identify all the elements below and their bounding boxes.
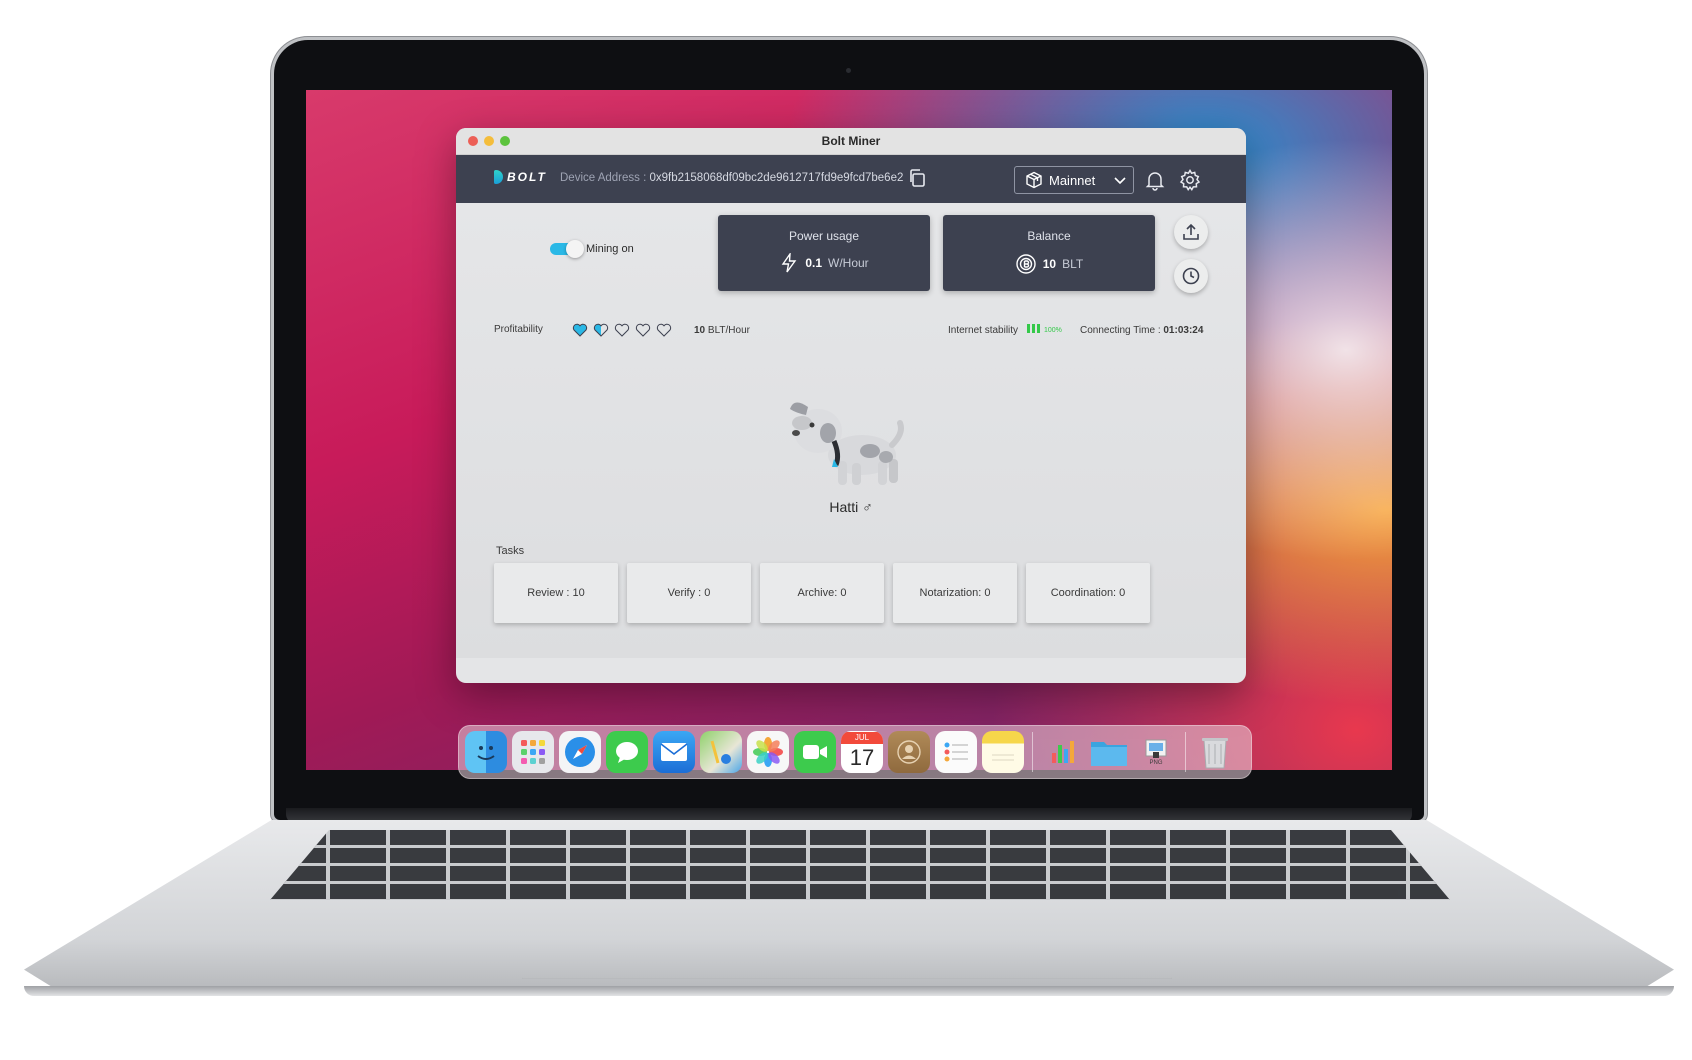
balance-value: 10 [1042, 257, 1057, 271]
bolt-miner-window: Bolt Miner BOLT Device Address : 0x9fb21… [456, 128, 1246, 683]
launchpad-icon[interactable] [512, 731, 554, 773]
folder-icon[interactable] [1088, 731, 1130, 773]
internet-stability-value: 100% [1044, 327, 1062, 334]
facetime-icon[interactable] [794, 731, 836, 773]
task-review[interactable]: Review : 10 [494, 563, 618, 623]
connecting-time-value: 01:03:24 [1163, 325, 1204, 336]
calendar-month: JUL [841, 732, 883, 744]
dock: JUL 17 PNG [458, 725, 1252, 779]
notes-icon[interactable] [982, 731, 1024, 773]
clock-icon [1182, 267, 1200, 285]
tasks-label: Tasks [496, 545, 525, 557]
task-coordination[interactable]: Coordination: 0 [1026, 563, 1150, 623]
logo-text: BOLT [507, 170, 547, 184]
camera [846, 68, 851, 73]
dock-separator [1032, 732, 1033, 772]
mining-toggle-label: Mining on [586, 243, 634, 255]
mining-toggle-group: Mining on [550, 240, 634, 258]
power-usage-card: Power usage 0.1 W/Hour [718, 215, 930, 291]
profitability-rate: 10 BLT/Hour [694, 325, 750, 336]
keyboard-rows [270, 830, 1450, 900]
safari-icon[interactable] [559, 731, 601, 773]
photos-icon[interactable] [747, 731, 789, 773]
profitability-label: Profitability [494, 324, 543, 335]
preview-icon[interactable]: PNG [1135, 731, 1177, 773]
trackpad [522, 902, 1172, 979]
dock-separator [1185, 732, 1186, 772]
upload-icon [1183, 223, 1199, 240]
task-notarization[interactable]: Notarization: 0 [893, 563, 1017, 623]
chevron-down-icon [1114, 177, 1126, 185]
trash-icon[interactable] [1194, 731, 1236, 773]
heart-empty-icon [614, 323, 630, 337]
internet-stability-label: Internet stability [948, 325, 1019, 336]
bolt-logo: BOLT [494, 170, 547, 184]
messages-icon[interactable] [606, 731, 648, 773]
balance-title: Balance [1027, 229, 1071, 243]
dog-pet-image [790, 402, 904, 485]
heart-full-icon [572, 323, 588, 337]
cube-icon [1026, 171, 1042, 189]
window-titlebar: Bolt Miner [456, 128, 1246, 155]
connecting-time-label: Connecting Time : [1080, 325, 1164, 336]
rate-unit: BLT/Hour [707, 325, 750, 336]
connecting-time: Connecting Time : 01:03:24 [1080, 325, 1203, 336]
balance-card: Balance 10 BLT [943, 215, 1155, 291]
preview-label: PNG [1149, 760, 1163, 766]
network-select[interactable]: Mainnet [1014, 166, 1134, 194]
reminders-icon[interactable] [935, 731, 977, 773]
mining-toggle[interactable] [550, 240, 584, 258]
bell-icon[interactable] [1144, 169, 1166, 191]
mail-icon[interactable] [653, 731, 695, 773]
app-header: BOLT Device Address : 0x9fb2158068df09bc… [456, 155, 1246, 203]
power-usage-value: 0.1 [805, 256, 822, 270]
calendar-icon[interactable]: JUL 17 [841, 731, 883, 773]
heart-empty-icon [656, 323, 672, 337]
device-address-label: Device Address : [560, 172, 650, 184]
copy-icon[interactable] [907, 168, 927, 188]
rate-value: 10 [694, 325, 706, 336]
finder-icon[interactable] [465, 731, 507, 773]
bolt-logo-icon [494, 170, 503, 184]
export-button[interactable] [1174, 215, 1208, 249]
gear-icon[interactable] [1178, 168, 1202, 192]
laptop-base-edge [24, 986, 1674, 996]
contacts-icon[interactable] [888, 731, 930, 773]
task-archive[interactable]: Archive: 0 [760, 563, 884, 623]
window-title: Bolt Miner [821, 134, 881, 148]
history-button[interactable] [1174, 259, 1208, 293]
heart-half-icon [593, 323, 609, 337]
power-usage-unit: W/Hour [828, 256, 869, 270]
pet-name: Hatti ♂ [829, 499, 873, 515]
device-address-value: 0x9fb2158068df09bc2de9612717fd9e9fcd7be6… [649, 172, 904, 184]
power-usage-title: Power usage [788, 229, 860, 243]
power-usage-row: 0.1 W/Hour [718, 253, 930, 273]
network-select-label: Mainnet [1049, 172, 1096, 188]
profitability-hearts [572, 322, 672, 338]
maps-icon[interactable] [700, 731, 742, 773]
tasks-list: Review : 10 Verify : 0 Archive: 0 Notari… [494, 563, 1150, 623]
balance-unit: BLT [1062, 257, 1084, 271]
balance-row: 10 BLT [943, 253, 1155, 275]
lightning-icon [781, 253, 797, 273]
main-content: Mining on Power usage 0.1 W/Hour Balance… [456, 203, 1246, 658]
calendar-day: 17 [849, 745, 875, 770]
signal-bars-icon [1027, 324, 1040, 333]
device-address: Device Address : 0x9fb2158068df09bc2de96… [560, 172, 903, 184]
coin-icon [1016, 254, 1036, 274]
task-verify[interactable]: Verify : 0 [627, 563, 751, 623]
toggle-knob [566, 240, 584, 258]
numbers-icon[interactable] [1041, 731, 1083, 773]
heart-empty-icon [635, 323, 651, 337]
